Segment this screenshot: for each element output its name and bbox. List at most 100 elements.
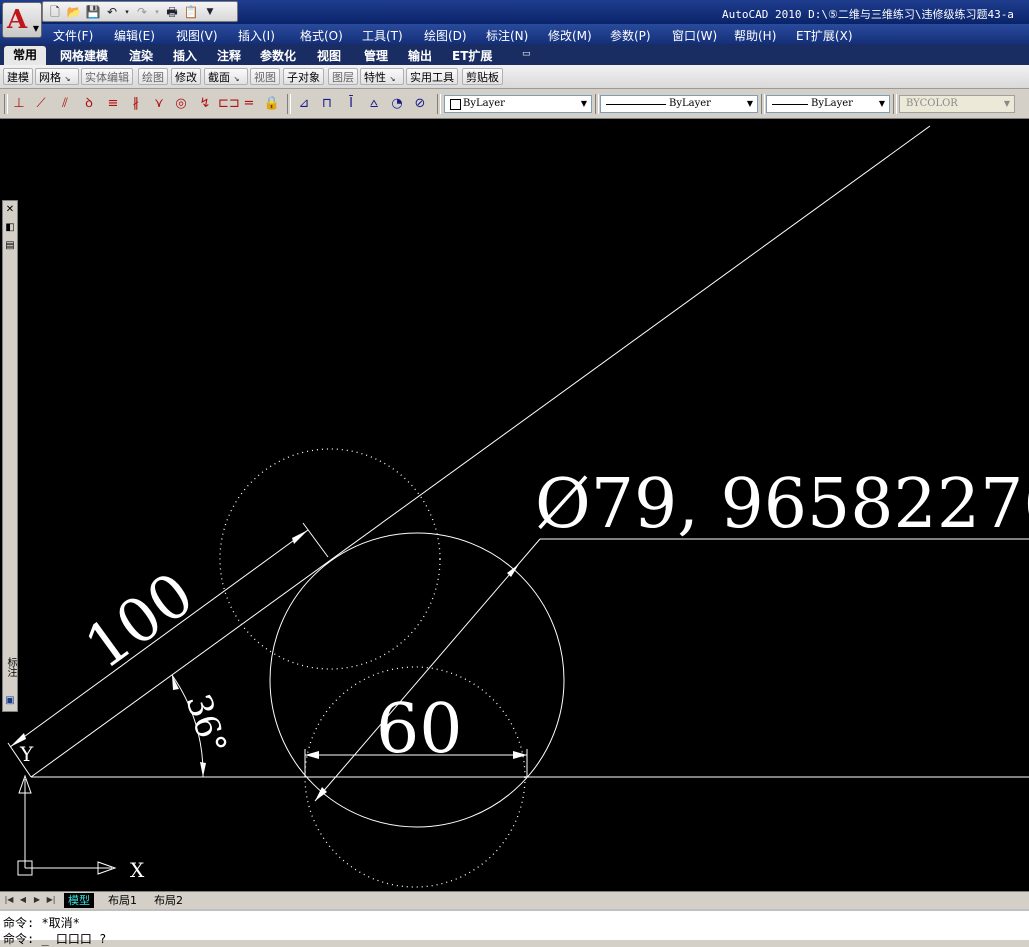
panel-properties-label: 特性 xyxy=(364,71,386,84)
panel-mesh[interactable]: 网格 ↘ xyxy=(35,68,79,85)
panel-section[interactable]: 截面 ↘ xyxy=(204,68,248,85)
linear-dim-icon[interactable]: ⊥ xyxy=(10,95,28,113)
last-layout-icon[interactable]: ▶| xyxy=(46,894,56,906)
undo-dropdown-icon[interactable]: ▾ xyxy=(123,5,131,19)
customize-qat-icon[interactable]: ▼ xyxy=(202,5,218,19)
menu-insert[interactable]: 插入(I) xyxy=(238,27,275,44)
dim-break-icon[interactable]: ⊓ xyxy=(318,95,336,113)
menu-et-express[interactable]: ET扩展(X) xyxy=(796,27,853,44)
menu-draw[interactable]: 绘图(D) xyxy=(424,27,467,44)
ordinate-dim-icon[interactable]: ꝺ xyxy=(80,95,98,113)
ucs-x-label: X xyxy=(130,858,145,882)
tab-layout1[interactable]: 布局1 xyxy=(104,893,141,908)
tab-insert[interactable]: 插入 xyxy=(173,47,197,64)
angular-dim-icon[interactable]: ◎ xyxy=(172,95,190,113)
new-file-icon[interactable]: 🗋 xyxy=(47,5,63,19)
undo-icon[interactable]: ↶ xyxy=(104,5,120,19)
toolbar-separator xyxy=(287,94,291,114)
tab-render[interactable]: 渲染 xyxy=(129,47,153,64)
drawing-canvas[interactable]: Ø79, 96582276 100 36° 60 X Y xyxy=(0,119,1029,891)
panel-draw[interactable]: 绘图 xyxy=(138,68,168,85)
redo-icon[interactable]: ↷ xyxy=(134,5,150,19)
tab-layout2[interactable]: 布局2 xyxy=(150,893,187,908)
panel-subobject[interactable]: 子对象 xyxy=(283,68,324,85)
tab-mesh-modeling[interactable]: 网格建模 xyxy=(60,47,108,64)
tab-manage[interactable]: 管理 xyxy=(364,47,388,64)
panel-modify[interactable]: 修改 xyxy=(171,68,201,85)
menu-help[interactable]: 帮助(H) xyxy=(734,27,776,44)
menu-dimension[interactable]: 标注(N) xyxy=(486,27,528,44)
ribbon-minimize-icon[interactable]: ▭ xyxy=(522,49,531,59)
publish-icon[interactable]: 📋 xyxy=(183,5,199,19)
diameter-dim-text[interactable]: Ø79, 96582276 xyxy=(535,465,1029,544)
arrowhead xyxy=(292,530,308,544)
lock-icon[interactable]: 🔒 xyxy=(263,95,281,113)
redo-dropdown-icon[interactable]: ▾ xyxy=(153,5,161,19)
extension-line[interactable] xyxy=(302,522,329,558)
command-window[interactable]: 命令: *取消* 命令: _ 口口口 ? xyxy=(0,909,1029,946)
open-folder-icon[interactable]: 📂 xyxy=(66,5,82,19)
next-layout-icon[interactable]: ▶ xyxy=(32,894,42,906)
menu-bar: 文件(F) 编辑(E) 视图(V) 插入(I) 格式(O) 工具(T) 绘图(D… xyxy=(0,24,1029,44)
panel-modeling[interactable]: 建模 xyxy=(3,68,33,85)
inclined-line[interactable] xyxy=(30,125,931,778)
print-icon[interactable]: 🖶 xyxy=(164,5,180,19)
toolbar-separator xyxy=(595,94,599,114)
baseline-dim-icon[interactable]: ⊏⊐ xyxy=(218,95,240,113)
menu-parametric[interactable]: 参数(P) xyxy=(610,27,651,44)
diameter-dim-icon[interactable]: ⋎ xyxy=(150,95,168,113)
menu-format[interactable]: 格式(O) xyxy=(300,27,343,44)
application-menu-button[interactable]: A ▼ xyxy=(2,2,42,38)
dotted-circle-upper[interactable] xyxy=(219,448,441,670)
menu-tools[interactable]: 工具(T) xyxy=(362,27,403,44)
center-mark-icon[interactable]: ⩟ xyxy=(365,95,383,113)
jogged-linear-icon[interactable]: ⊘ xyxy=(411,95,429,113)
properties-icon[interactable]: ▤ xyxy=(4,240,16,252)
width-dim-text[interactable]: 60 xyxy=(376,690,463,769)
tab-model[interactable]: 模型 xyxy=(64,893,94,908)
quick-dim-icon[interactable]: ↯ xyxy=(196,95,214,113)
tab-et-express[interactable]: ET扩展 xyxy=(452,47,492,64)
panel-view[interactable]: 视图 xyxy=(250,68,280,85)
tab-annotate[interactable]: 注释 xyxy=(217,47,241,64)
tab-home[interactable]: 常用 xyxy=(4,46,46,65)
dim-space-icon[interactable]: ⊿ xyxy=(295,95,313,113)
panel-solid-editing[interactable]: 实体编辑 xyxy=(81,68,133,85)
tab-parametric[interactable]: 参数化 xyxy=(260,47,296,64)
ucs-icon: X Y xyxy=(17,742,145,882)
main-circle[interactable] xyxy=(269,532,565,828)
menu-view[interactable]: 视图(V) xyxy=(176,27,218,44)
first-layout-icon[interactable]: |◀ xyxy=(4,894,14,906)
tolerance-icon[interactable]: Ī xyxy=(342,95,360,113)
drawing-svg[interactable]: Ø79, 96582276 100 36° 60 X Y xyxy=(0,119,1029,891)
angle-dim-text[interactable]: 36° xyxy=(177,689,234,759)
menu-modify[interactable]: 修改(M) xyxy=(548,27,592,44)
aligned-dim-icon[interactable]: ⟋ xyxy=(32,95,50,113)
autohide-icon[interactable]: ◧ xyxy=(4,222,16,234)
tab-output[interactable]: 输出 xyxy=(408,47,432,64)
lineweight-combo[interactable]: ByLayer ▼ xyxy=(766,95,890,113)
menu-window[interactable]: 窗口(W) xyxy=(672,27,717,44)
panel-properties[interactable]: 特性 ↘ xyxy=(360,68,404,85)
tab-view[interactable]: 视图 xyxy=(317,47,341,64)
radius-dim-icon[interactable]: ≡ xyxy=(104,95,122,113)
menu-edit[interactable]: 编辑(E) xyxy=(114,27,155,44)
panel-expand-icon: ↘ xyxy=(389,75,396,83)
close-icon[interactable]: ✕ xyxy=(4,204,16,216)
continue-dim-icon[interactable]: = xyxy=(240,95,258,113)
save-icon[interactable]: 💾 xyxy=(85,5,101,19)
panel-layers[interactable]: 图层 xyxy=(328,68,358,85)
command-prompt-line[interactable]: 命令: _ 口口口 ? xyxy=(3,930,106,947)
panel-clipboard[interactable]: 剪贴板 xyxy=(462,68,503,85)
menu-file[interactable]: 文件(F) xyxy=(53,27,93,44)
panel-utilities[interactable]: 实用工具 xyxy=(406,68,458,85)
palette-menu-icon[interactable]: ▣ xyxy=(4,695,16,707)
jogged-dim-icon[interactable]: ∦ xyxy=(127,95,145,113)
layer-combo[interactable]: ByLayer ▼ xyxy=(444,95,592,113)
prev-layout-icon[interactable]: ◀ xyxy=(18,894,28,906)
arc-length-icon[interactable]: ⫽ xyxy=(56,95,74,113)
linetype-combo[interactable]: ByLayer ▼ xyxy=(600,95,758,113)
ribbon-tabs: 常用 网格建模 渲染 插入 注释 参数化 视图 管理 输出 ET扩展 ▭ xyxy=(0,44,1029,65)
inspect-icon[interactable]: ◔ xyxy=(388,95,406,113)
layout-tab-bar: |◀ ◀ ▶ ▶| 模型 布局1 布局2 xyxy=(0,891,1029,909)
